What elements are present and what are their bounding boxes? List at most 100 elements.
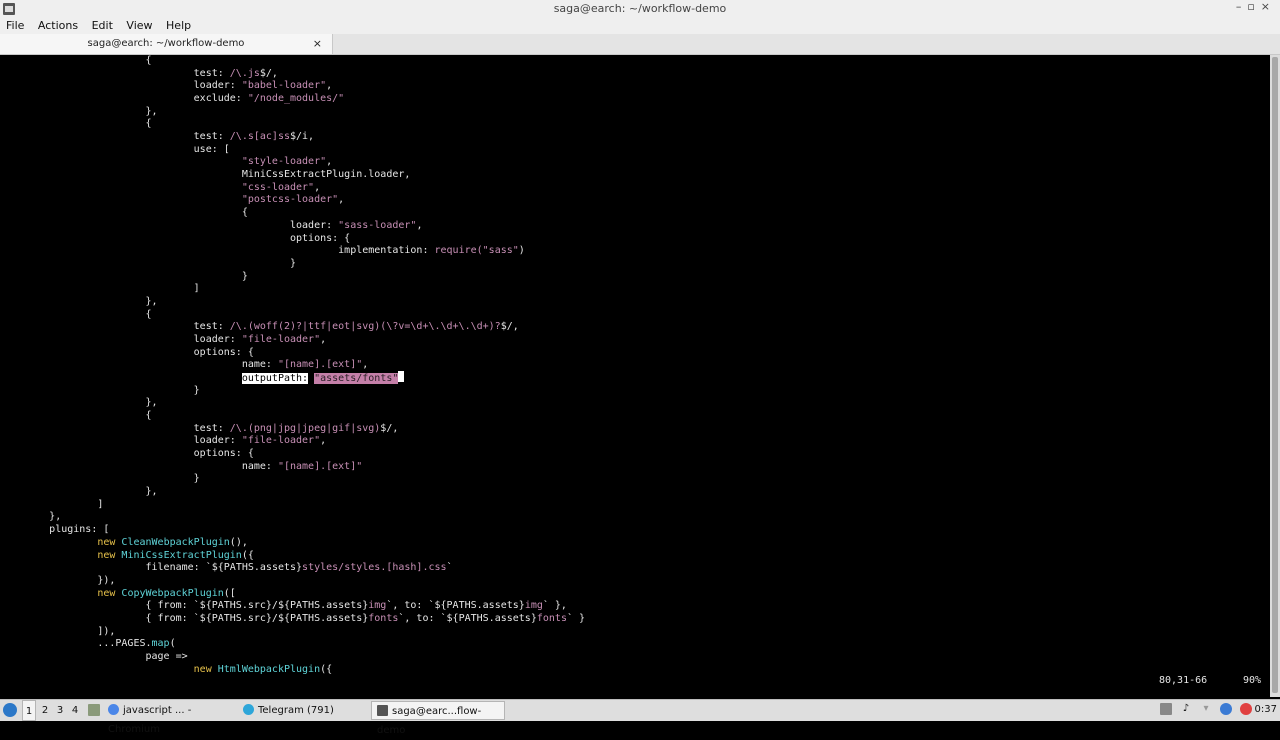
code-token: $/,	[500, 321, 519, 333]
code-token: outputPath:	[241, 373, 309, 384]
workspace-4[interactable]: 4	[68, 700, 82, 721]
code-token: }	[1, 270, 248, 282]
code-token: test:	[1, 422, 230, 434]
code-token: use: [	[1, 143, 230, 155]
code-line: test: /\.s[ac]ss$/i,	[1, 130, 314, 143]
code-line: ...PAGES.map(	[1, 637, 176, 650]
start-menu-icon[interactable]	[3, 703, 17, 717]
volume-icon[interactable]: ♪	[1180, 703, 1192, 715]
code-line: use: [	[1, 143, 230, 156]
code-token: {	[1, 55, 152, 66]
code-token: ,	[362, 359, 369, 371]
code-line: filename: `${PATHS.assets}styles/styles.…	[1, 561, 453, 574]
code-token: ,	[326, 80, 333, 92]
code-token: loader:	[1, 333, 242, 345]
code-token: ` }	[566, 612, 586, 624]
task-telegram[interactable]: Telegram (791)	[243, 701, 365, 720]
code-token: page =>	[1, 650, 188, 662]
code-token: ]	[1, 498, 104, 510]
code-line: page =>	[1, 650, 188, 663]
code-token: HtmlWebpackPlugin	[217, 663, 321, 675]
terminal-scrollbar[interactable]	[1270, 55, 1280, 697]
code-token: map	[151, 638, 170, 650]
code-token: $/i,	[290, 131, 315, 143]
task-label: saga@earc...flow-demo	[377, 706, 482, 736]
update-icon[interactable]	[1240, 703, 1252, 715]
code-token: fonts	[536, 612, 567, 624]
code-token: ({	[241, 549, 254, 561]
terminal-editor[interactable]: { test: /\.js$/, loader: "babel-loader",…	[1, 55, 1270, 696]
workspace-2[interactable]: 2	[38, 700, 52, 721]
code-token: },	[1, 486, 158, 498]
code-token: "[name].[ext]"	[277, 359, 363, 371]
code-line: new HtmlWebpackPlugin({	[1, 663, 333, 676]
code-token: "assets/fonts"	[314, 373, 399, 384]
code-token: ({	[320, 663, 333, 675]
code-line: new CopyWebpackPlugin([	[1, 587, 236, 600]
code-token: ,	[314, 181, 321, 193]
code-line: "postcss-loader",	[1, 193, 344, 206]
code-line: options: {	[1, 346, 254, 359]
cursor-position: 80,31-66	[1159, 675, 1208, 686]
code-line: ]	[1, 498, 103, 511]
code-line: outputPath: "assets/fonts"	[1, 371, 405, 384]
code-token: /\.	[229, 321, 248, 333]
tab-close-icon[interactable]: ×	[313, 37, 322, 50]
code-token: (woff(2)?|ttf|eot|svg)(\?v=\d+\.\d+\.\d+…	[247, 321, 501, 333]
code-token: /\.	[229, 422, 248, 434]
code-line: loader: "sass-loader",	[1, 219, 422, 232]
code-line: exclude: "/node_modules/"	[1, 92, 345, 105]
code-token: new	[97, 549, 122, 561]
menu-edit[interactable]: Edit	[92, 18, 113, 34]
code-token: {	[1, 410, 152, 422]
code-token: $/,	[259, 67, 278, 79]
menu-help[interactable]: Help	[166, 18, 191, 34]
code-token: ,	[416, 219, 423, 231]
code-token: ]),	[1, 625, 116, 637]
window-titlebar: saga@earch: ~/workflow-demo –▫×	[0, 0, 1280, 18]
code-token: js	[247, 67, 260, 79]
code-line: loader: "file-loader",	[1, 333, 326, 346]
code-line: MiniCssExtractPlugin.loader,	[1, 168, 411, 181]
close-icon[interactable]: ×	[1261, 0, 1276, 13]
code-token: ,	[326, 156, 333, 168]
bluetooth-icon[interactable]	[1220, 703, 1232, 715]
task-label: Telegram (791)	[258, 705, 334, 716]
code-line: options: {	[1, 447, 254, 460]
code-line: }	[1, 270, 248, 283]
code-token: `, to: `${PATHS.assets}	[386, 600, 525, 612]
code-line: {	[1, 55, 152, 67]
task-label: javascript ... - Chromium	[108, 705, 192, 735]
code-token: },	[1, 511, 62, 523]
chromium-icon	[108, 704, 119, 715]
menu-view[interactable]: View	[126, 18, 152, 34]
code-line: "css-loader",	[1, 181, 320, 194]
scrollbar-thumb[interactable]	[1272, 57, 1278, 693]
code-token: (	[169, 638, 176, 650]
code-token: require(	[434, 245, 483, 257]
workspace-1[interactable]: 1	[22, 700, 36, 721]
network-icon[interactable]: ▾	[1200, 703, 1212, 715]
code-token: ,	[320, 435, 327, 447]
code-line: {	[1, 117, 152, 130]
code-token: ([	[223, 587, 236, 599]
code-token: "/node_modules/"	[247, 93, 345, 105]
task-terminal[interactable]: saga@earc...flow-demo	[371, 701, 505, 736]
minimize-icon[interactable]: –	[1236, 0, 1248, 13]
workspace-3[interactable]: 3	[53, 700, 67, 721]
menu-file[interactable]: File	[6, 18, 24, 34]
file-manager-icon[interactable]	[88, 704, 100, 716]
clipboard-icon[interactable]	[1160, 703, 1172, 715]
code-token: s[ac]ss	[247, 131, 290, 143]
code-line: name: "[name].[ext]",	[1, 358, 368, 371]
code-token: { from: `${PATHS.src}/${PATHS.assets}	[1, 600, 369, 612]
maximize-icon[interactable]: ▫	[1247, 0, 1260, 13]
task-chromium[interactable]: javascript ... - Chromium	[108, 701, 238, 735]
code-token: MiniCssExtractPlugin.loader,	[1, 169, 411, 181]
terminal-tab[interactable]: saga@earch: ~/workflow-demo ×	[0, 34, 333, 54]
code-token: implementation:	[1, 245, 435, 257]
code-token: test:	[1, 131, 230, 143]
menu-actions[interactable]: Actions	[38, 18, 78, 34]
code-line: {	[1, 206, 248, 219]
